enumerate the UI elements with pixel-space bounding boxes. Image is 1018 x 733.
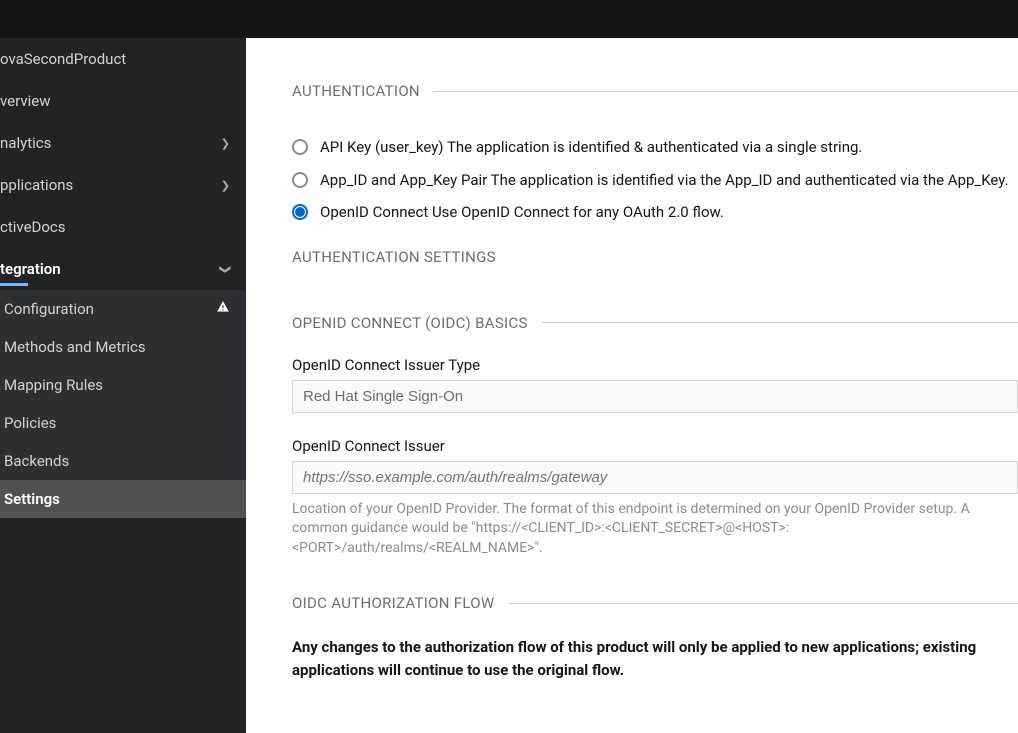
sidebar-item-applications[interactable]: pplications ❯ [0,164,246,206]
warning-icon [216,300,230,318]
sidebar-subitem-settings[interactable]: Settings [0,480,246,518]
auth-option-api-key[interactable]: API Key (user_key) The application is id… [292,136,1018,159]
chevron-down-icon: ❯ [219,264,232,273]
issuer-help-text: Location of your OpenID Provider. The fo… [292,500,1018,559]
issuer-input[interactable] [292,461,1018,494]
authentication-heading: AUTHENTICATION [292,82,1018,100]
sidebar-item-label: ctiveDocs [0,218,66,236]
issuer-label: OpenID Connect Issuer [292,437,1018,455]
radio-label: API Key (user_key) The application is id… [320,136,862,159]
oidc-flow-heading: OIDC AUTHORIZATION FLOW [292,594,1018,612]
radio-icon [292,204,308,220]
sidebar: ovaSecondProduct verview nalytics ❯ ppli… [0,38,246,733]
sidebar-subitem-label: Policies [4,414,56,432]
sidebar-subitem-label: Settings [4,490,60,508]
main-content: AUTHENTICATION API Key (user_key) The ap… [246,38,1018,733]
chevron-right-icon: ❯ [221,179,230,192]
sidebar-subitem-configuration[interactable]: Configuration [0,290,246,328]
radio-label: OpenID Connect Use OpenID Connect for an… [320,201,724,224]
product-name[interactable]: ovaSecondProduct [0,38,246,80]
issuer-type-label: OpenID Connect Issuer Type [292,356,1018,374]
issuer-type-field: OpenID Connect Issuer Type [292,356,1018,419]
sidebar-item-label: tegration [0,260,61,278]
sidebar-subitem-methods-metrics[interactable]: Methods and Metrics [0,328,246,366]
integration-subnav: Configuration Methods and Metrics Mappin… [0,290,246,518]
oidc-basics-heading: OPENID CONNECT (OIDC) BASICS [292,314,1018,332]
sidebar-item-label: nalytics [0,134,51,152]
sidebar-subitem-label: Methods and Metrics [4,338,146,356]
sidebar-subitem-label: Configuration [4,300,94,318]
app-container: ovaSecondProduct verview nalytics ❯ ppli… [0,38,1018,733]
sidebar-item-overview[interactable]: verview [0,80,246,122]
section-divider [434,91,1018,92]
auth-option-openid-connect[interactable]: OpenID Connect Use OpenID Connect for an… [292,201,1018,224]
section-heading-text: OPENID CONNECT (OIDC) BASICS [292,314,542,332]
oidc-flow-warning: Any changes to the authorization flow of… [292,636,1018,681]
sidebar-subitem-label: Backends [4,452,69,470]
section-heading-text: AUTHENTICATION [292,82,434,100]
sidebar-item-analytics[interactable]: nalytics ❯ [0,122,246,164]
authentication-settings-heading: AUTHENTICATION SETTINGS [292,248,1018,266]
sidebar-subitem-mapping-rules[interactable]: Mapping Rules [0,366,246,404]
chevron-right-icon: ❯ [221,137,230,150]
radio-icon [292,139,308,155]
issuer-field: OpenID Connect Issuer Location of your O… [292,437,1018,559]
authentication-radio-group: API Key (user_key) The application is id… [292,136,1018,224]
issuer-type-select[interactable] [292,380,1018,413]
section-divider [509,603,1018,604]
section-divider [542,322,1018,323]
top-bar [0,0,1018,38]
sidebar-subitem-policies[interactable]: Policies [0,404,246,442]
auth-option-appid-appkey[interactable]: App_ID and App_Key Pair The application … [292,169,1018,192]
sidebar-item-label: verview [0,92,50,110]
radio-icon [292,172,308,188]
sidebar-subitem-backends[interactable]: Backends [0,442,246,480]
sidebar-item-label: pplications [0,176,73,194]
radio-label: App_ID and App_Key Pair The application … [320,169,1009,192]
sidebar-subitem-label: Mapping Rules [4,376,103,394]
section-heading-text: OIDC AUTHORIZATION FLOW [292,594,509,612]
sidebar-item-integration[interactable]: tegration ❯ [0,248,246,290]
nav-section: verview nalytics ❯ pplications ❯ ctiveDo… [0,80,246,518]
sidebar-item-activedocs[interactable]: ctiveDocs [0,206,246,248]
